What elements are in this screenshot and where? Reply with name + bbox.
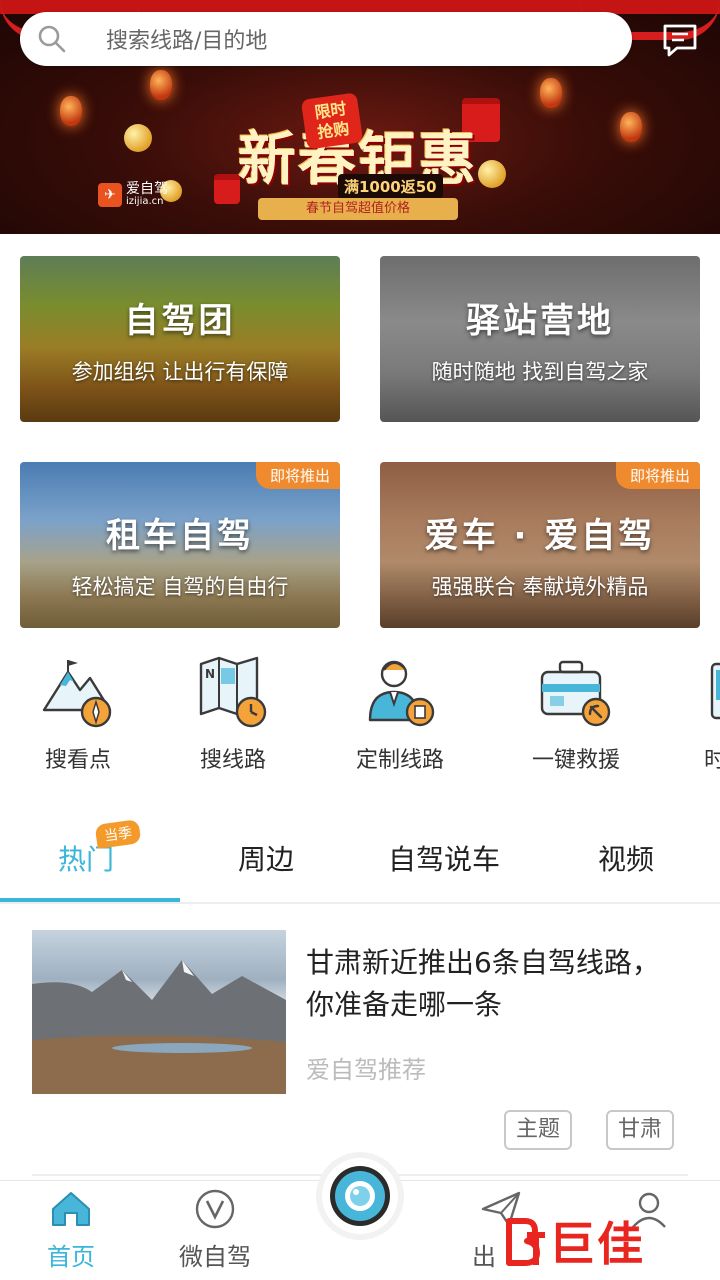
article-card[interactable]: 甘肃新近推出6条自驾线路，你准备走哪一条 爱自驾推荐 主题 甘肃: [0, 904, 720, 1176]
quick-search-routes[interactable]: N 搜线路: [163, 650, 303, 774]
camera-button[interactable]: [322, 1158, 398, 1234]
quick-label: 一键救援: [531, 748, 620, 773]
brand-name: 爱自驾: [126, 181, 168, 197]
card-love-car[interactable]: 即将推出 爱车 · 爱自驾 强强联合 奉献境外精品: [380, 462, 700, 628]
article-title: 甘肃新近推出6条自驾线路，你准备走哪一条: [306, 946, 660, 1021]
nav-home[interactable]: 首页: [16, 1189, 126, 1272]
tab-car-talk[interactable]: 自驾说车: [388, 838, 500, 878]
tab-video[interactable]: 视频: [598, 838, 654, 878]
partial-icon: [700, 650, 720, 734]
nav-label: 微自驾: [179, 1243, 251, 1271]
mountain-compass-icon: [38, 650, 118, 734]
promo-offer: 满1000返50: [338, 174, 443, 199]
brand-mark-icon: ✈: [98, 182, 122, 207]
tag-topic[interactable]: 主题: [504, 1110, 573, 1150]
quick-partial-item[interactable]: 时: [700, 650, 720, 774]
card-title: 租车自驾: [106, 515, 254, 556]
toolbox-wrench-icon: [536, 650, 616, 734]
promo-badge: 限时 抢购: [300, 92, 364, 150]
article-thumbnail: [32, 930, 286, 1094]
search-placeholder: 搜索线路/目的地: [106, 29, 268, 54]
coming-soon-tag: 即将推出: [615, 462, 700, 489]
card-subtitle: 随时随地 找到自驾之家: [431, 359, 649, 384]
lantern-decor: [620, 112, 642, 142]
card-campsite[interactable]: 驿站营地 随时随地 找到自驾之家: [380, 256, 700, 422]
card-subtitle: 强强联合 奉献境外精品: [431, 574, 649, 599]
coin-decor: [124, 124, 152, 152]
quick-label: 定制线路: [355, 748, 444, 773]
nav-micro-drive[interactable]: 微自驾: [160, 1189, 270, 1272]
map-clock-icon: N: [193, 650, 273, 734]
quick-label: 搜看点: [44, 748, 111, 773]
quick-search-spots[interactable]: 搜看点: [8, 650, 148, 774]
watermark-text: 巨佳: [549, 1217, 645, 1271]
promo-graphic: 新春钜惠 限时 抢购 满1000返50 春节自驾超值价格: [230, 92, 480, 222]
promo-ribbon: 春节自驾超值价格: [258, 198, 458, 220]
brand-url: izijia.cn: [126, 196, 164, 207]
quick-rescue[interactable]: 一键救援: [506, 650, 646, 774]
card-subtitle: 参加组织 让出行有保障: [71, 359, 289, 384]
article-source: 爱自驾推荐: [306, 1056, 426, 1084]
quick-custom-routes[interactable]: 定制线路: [330, 650, 470, 774]
lantern-decor: [150, 70, 172, 100]
card-self-drive-group[interactable]: 自驾团 参加组织 让出行有保障: [20, 256, 340, 422]
search-input[interactable]: 搜索线路/目的地: [20, 12, 632, 66]
card-title: 爱车 · 爱自驾: [424, 515, 656, 556]
quick-label: 搜线路: [199, 748, 266, 773]
quick-label: 时: [704, 748, 720, 773]
watermark-logo: 巨佳: [505, 1208, 645, 1274]
message-icon[interactable]: [656, 18, 704, 62]
v-circle-icon: [193, 1189, 237, 1233]
card-title: 自驾团: [124, 300, 236, 341]
tab-nearby[interactable]: 周边: [238, 838, 294, 878]
person-badge-icon: [360, 650, 440, 734]
card-subtitle: 轻松搞定 自驾的自由行: [71, 574, 289, 599]
brand-logo: ✈ 爱自驾 izijia.cn: [98, 182, 168, 207]
home-icon: [49, 1189, 93, 1233]
card-title: 驿站营地: [466, 300, 614, 341]
watermark-mark-icon: [505, 1215, 549, 1267]
nav-label: 出: [472, 1243, 496, 1271]
coming-soon-tag: 即将推出: [255, 462, 340, 489]
search-icon: [20, 12, 84, 66]
nav-label: 首页: [47, 1243, 95, 1271]
svg-text:N: N: [205, 667, 215, 681]
lantern-decor: [540, 78, 562, 108]
tab-active-indicator: [0, 898, 180, 902]
tag-gansu[interactable]: 甘肃: [606, 1110, 675, 1150]
lantern-decor: [60, 96, 82, 126]
coin-decor: [478, 160, 506, 188]
quick-actions: 搜看点 N 搜线路 定制线路 一键救援 时: [0, 650, 720, 780]
card-car-rental[interactable]: 即将推出 租车自驾 轻松搞定 自驾的自由行: [20, 462, 340, 628]
